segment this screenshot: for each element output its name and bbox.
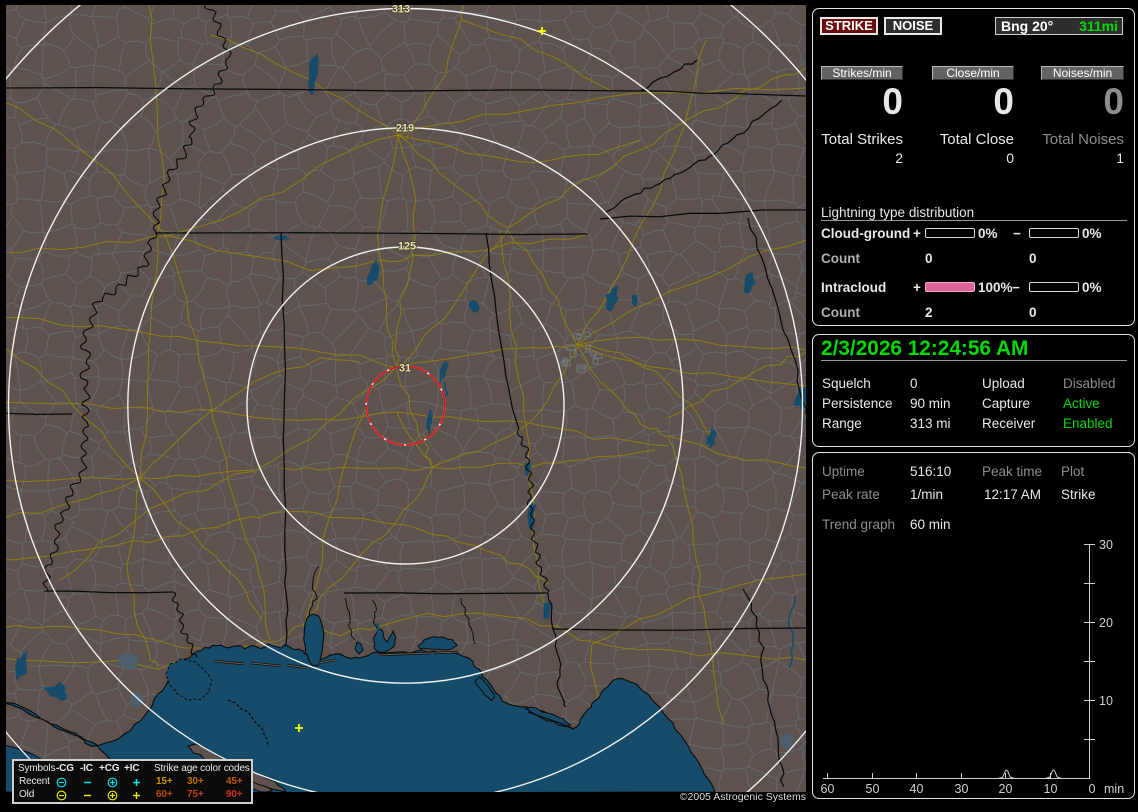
svg-text:30: 30 bbox=[1099, 538, 1113, 552]
svg-text:min: min bbox=[1104, 782, 1124, 796]
svg-text:0: 0 bbox=[1089, 782, 1096, 796]
svg-text:313: 313 bbox=[392, 5, 410, 16]
svg-text:20: 20 bbox=[999, 782, 1013, 796]
svg-text:20: 20 bbox=[1099, 616, 1113, 630]
svg-text:60: 60 bbox=[821, 782, 835, 796]
svg-text:125: 125 bbox=[398, 241, 416, 253]
svg-text:10: 10 bbox=[1044, 782, 1058, 796]
svg-text:50: 50 bbox=[866, 782, 880, 796]
svg-text:40: 40 bbox=[910, 782, 924, 796]
svg-text:31: 31 bbox=[399, 363, 411, 375]
svg-text:10: 10 bbox=[1099, 694, 1113, 708]
svg-text:30: 30 bbox=[955, 782, 969, 796]
svg-text:219: 219 bbox=[396, 123, 414, 135]
